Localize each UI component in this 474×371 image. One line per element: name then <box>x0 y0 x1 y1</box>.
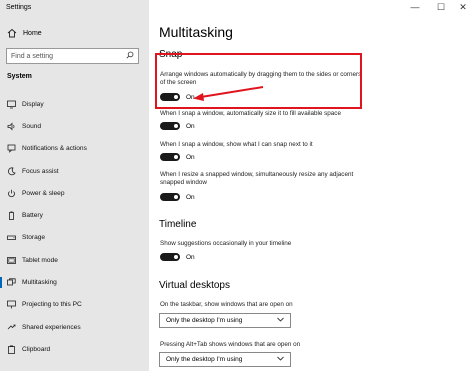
toggle-switch[interactable] <box>160 153 180 161</box>
power-icon <box>7 189 16 198</box>
battery-icon <box>7 211 16 221</box>
home-label: Home <box>23 29 42 37</box>
sidebar-item-display[interactable]: Display <box>0 93 149 115</box>
sidebar-item-label: Storage <box>22 234 46 242</box>
sidebar-item-sound[interactable]: Sound <box>0 115 149 137</box>
snap-setting-3-label: When I snap a window, show what I can sn… <box>160 141 313 148</box>
sidebar-item-shared-experiences[interactable]: Shared experiences <box>0 316 149 338</box>
tablet-icon <box>7 256 16 265</box>
home-link[interactable]: Home <box>7 28 42 38</box>
chevron-down-icon <box>277 356 284 363</box>
alttab-dropdown-value: Only the desktop I'm using <box>166 356 243 363</box>
snap-setting-2-label: When I snap a window, automatically size… <box>160 110 341 117</box>
section-title-timeline: Timeline <box>159 219 197 230</box>
snap-setting-4-label: When I resize a snapped window, simultan… <box>160 171 354 187</box>
toggle-state: On <box>186 193 195 201</box>
sidebar-item-label: Sound <box>22 122 42 130</box>
main-content: Multitasking Snap Arrange windows automa… <box>149 0 474 371</box>
taskbar-setting-label: On the taskbar, show windows that are op… <box>160 301 293 308</box>
snap-setting-4-toggle[interactable]: On <box>160 193 195 201</box>
snap-setting-2-toggle[interactable]: On <box>160 122 195 130</box>
sidebar-item-tablet-mode[interactable]: Tablet mode <box>0 249 149 271</box>
toggle-switch[interactable] <box>160 253 180 261</box>
search-input[interactable]: Find a setting <box>6 48 139 64</box>
search-icon[interactable] <box>126 51 134 61</box>
sidebar-nav: Display Sound Notifications & actions Fo… <box>0 93 149 361</box>
sidebar-item-notifications[interactable]: Notifications & actions <box>0 138 149 160</box>
toggle-switch[interactable] <box>160 193 180 201</box>
timeline-toggle[interactable]: On <box>160 253 195 261</box>
sidebar-item-projecting[interactable]: Projecting to this PC <box>0 294 149 316</box>
taskbar-dropdown[interactable]: Only the desktop I'm using <box>159 313 291 328</box>
timeline-label: Show suggestions occasionally in your ti… <box>160 240 292 247</box>
sidebar-item-label: Display <box>22 100 44 108</box>
shared-icon <box>7 323 16 332</box>
toggle-switch[interactable] <box>160 122 180 130</box>
home-icon <box>7 28 17 38</box>
search-placeholder: Find a setting <box>11 52 54 60</box>
sidebar-item-clipboard[interactable]: Clipboard <box>0 338 149 360</box>
sidebar-item-label: Tablet mode <box>22 256 58 264</box>
display-icon <box>7 100 16 109</box>
sidebar-item-battery[interactable]: Battery <box>0 204 149 226</box>
clipboard-icon <box>7 345 16 354</box>
taskbar-dropdown-value: Only the desktop I'm using <box>166 317 243 324</box>
toggle-state: On <box>186 253 195 261</box>
window-title: Settings <box>6 4 32 11</box>
sidebar-item-label: Shared experiences <box>22 323 81 331</box>
focus-assist-icon <box>7 166 16 176</box>
toggle-state: On <box>186 153 195 161</box>
section-label-system: System <box>7 73 32 80</box>
annotation-arrow-icon <box>193 86 264 101</box>
alttab-setting-label: Pressing Alt+Tab shows windows that are … <box>160 341 301 348</box>
sidebar-item-label: Battery <box>22 212 43 220</box>
multitasking-icon <box>7 278 16 287</box>
sidebar: Settings Home Find a setting System Disp… <box>0 0 149 371</box>
notifications-icon <box>7 144 16 154</box>
snap-setting-3-toggle[interactable]: On <box>160 153 195 161</box>
projecting-icon <box>7 300 16 309</box>
sidebar-item-focus-assist[interactable]: Focus assist <box>0 160 149 182</box>
alttab-dropdown[interactable]: Only the desktop I'm using <box>159 352 291 367</box>
sidebar-item-power[interactable]: Power & sleep <box>0 182 149 204</box>
sound-icon <box>7 122 16 131</box>
page-title: Multitasking <box>159 24 233 40</box>
chevron-down-icon <box>277 317 284 324</box>
sidebar-item-label: Clipboard <box>22 345 51 353</box>
sidebar-item-label: Notifications & actions <box>22 145 87 153</box>
toggle-state: On <box>186 122 195 130</box>
sidebar-item-label: Focus assist <box>22 167 59 175</box>
sidebar-item-label: Power & sleep <box>22 189 65 197</box>
storage-icon <box>7 233 16 242</box>
sidebar-item-label: Projecting to this PC <box>22 301 82 309</box>
sidebar-item-storage[interactable]: Storage <box>0 227 149 249</box>
sidebar-item-multitasking[interactable]: Multitasking <box>0 271 149 293</box>
sidebar-item-label: Multitasking <box>22 279 57 287</box>
section-title-virtual-desktops: Virtual desktops <box>159 280 230 291</box>
